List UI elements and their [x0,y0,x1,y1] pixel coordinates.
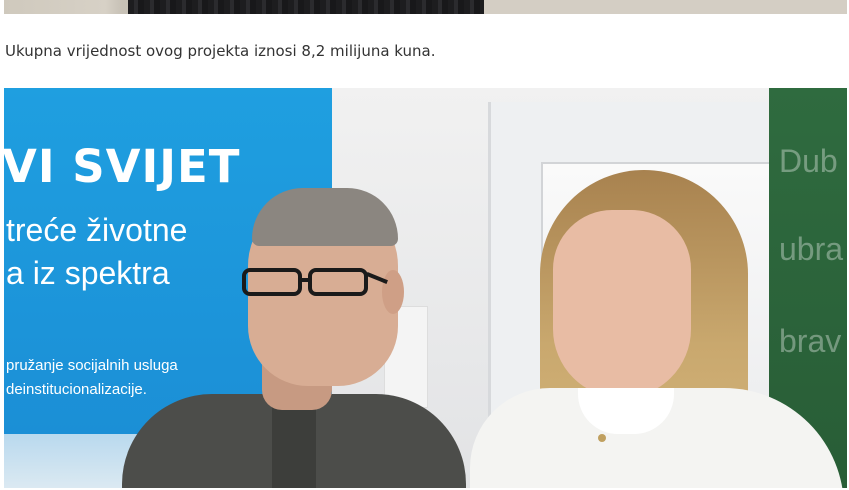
green-banner-text-2: ubra [779,231,844,267]
banner-line-3: a iz spektra [6,255,170,291]
man-tshirt [272,400,316,488]
jacket-fragment [128,0,484,14]
banner-line-2: treće životne [6,212,188,248]
article-photo: VI SVIJET treće životne a iz spektra pru… [4,88,847,488]
banner-title: VI SVIJET [4,140,241,193]
green-banner-text-3: brav [779,323,842,359]
banner-line-4: pružanje socijalnih usluga [6,357,178,374]
green-banner-text-1: Dub [779,143,838,179]
previous-article-photo [4,0,847,14]
banner-line-5: deinstitucionalizacije. [6,381,147,398]
man-hair [252,188,398,246]
woman-face [553,210,691,398]
photo-caption: Ukupna vrijednost ovog projekta iznosi 8… [5,42,436,60]
blouse-button [598,434,606,442]
glasses-icon [238,266,388,300]
